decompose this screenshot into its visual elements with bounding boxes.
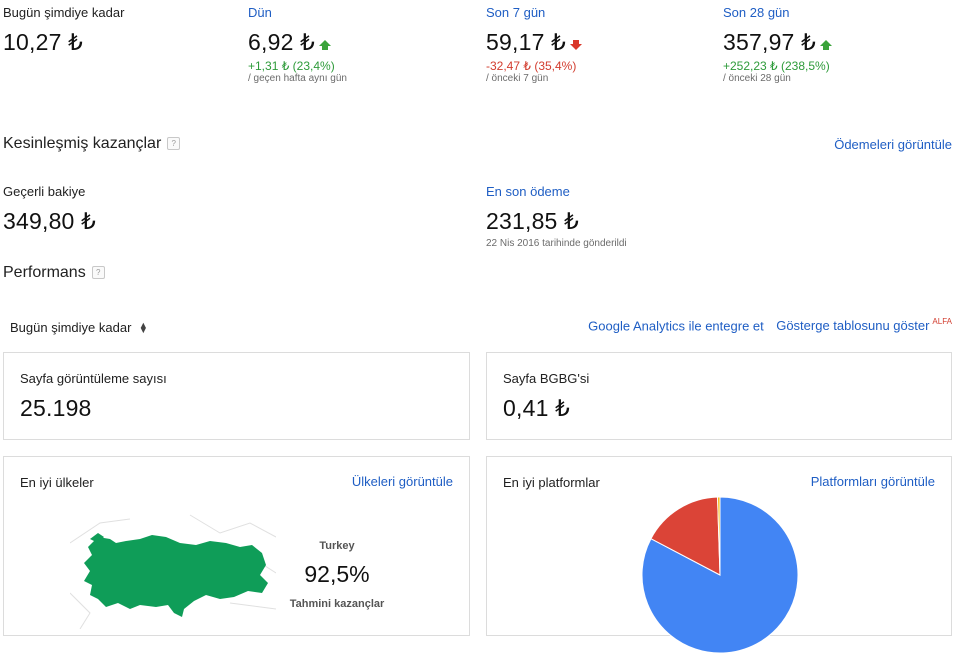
section-title: Performans xyxy=(3,264,86,281)
metric-card-rpm: Sayfa BGBG'si 0,41 ₺ xyxy=(486,352,952,440)
last-payment-value: 231,85 ₺ xyxy=(486,208,579,234)
summary-label-link[interactable]: Son 7 gün xyxy=(486,5,582,20)
country-name: Turkey xyxy=(319,540,355,552)
card-title: En iyi ülkeler xyxy=(20,475,94,490)
last-payment-link[interactable]: En son ödeme xyxy=(486,184,627,199)
last-payment: En son ödeme 231,85 ₺ 22 Nis 2016 tarihi… xyxy=(486,184,627,249)
balance-value: 349,80 ₺ xyxy=(3,208,96,234)
analytics-link[interactable]: Google Analytics ile entegre et xyxy=(588,318,764,333)
summary-value: 6,92 ₺ xyxy=(248,29,315,55)
summary-value: 357,97 ₺ xyxy=(723,29,816,55)
trend-down-icon xyxy=(569,40,582,50)
metric-card-pageviews: Sayfa görüntüleme sayısı 25.198 xyxy=(3,352,470,440)
last-payment-note: 22 Nis 2016 tarihinde gönderildi xyxy=(486,238,627,249)
range-select[interactable]: Bugün şimdiye kadar ▲ ▼ xyxy=(10,319,148,337)
view-payments-link[interactable]: Ödemeleri görüntüle xyxy=(834,137,952,152)
turkey-map[interactable] xyxy=(70,513,276,629)
summary-today: Bugün şimdiye kadar 10,27 ₺ xyxy=(3,5,124,56)
summary-label-link[interactable]: Dün xyxy=(248,5,347,20)
summary-label-link[interactable]: Son 28 gün xyxy=(723,5,832,20)
view-countries-link[interactable]: Ülkeleri görüntüle xyxy=(352,474,453,489)
alfa-badge: ALFA xyxy=(932,317,952,326)
dashboard-link[interactable]: Gösterge tablosunu göster xyxy=(776,318,929,333)
balance-label: Geçerli bakiye xyxy=(3,184,86,199)
summary-compare: / geçen hafta aynı gün xyxy=(248,73,347,84)
summary-last28: Son 28 gün 357,97 ₺ +252,23 ₺ (238,5%) /… xyxy=(723,5,832,84)
help-icon[interactable]: ? xyxy=(91,266,105,280)
metric-value: 0,41 ₺ xyxy=(503,395,570,421)
summary-compare: / önceki 7 gün xyxy=(486,73,549,84)
summary-last7: Son 7 gün 59,17 ₺ -32,47 ₺ (35,4%) / önc… xyxy=(486,5,582,84)
performance-header: Performans? xyxy=(3,264,105,282)
summary-label: Bugün şimdiye kadar xyxy=(3,5,125,20)
help-icon[interactable]: ? xyxy=(167,137,181,151)
summary-change: +1,31 ₺ (23,4%) xyxy=(248,59,335,73)
card-title: En iyi platformlar xyxy=(503,475,600,490)
sort-arrows-icon: ▲ ▼ xyxy=(138,319,148,335)
metric-label: Sayfa BGBG'si xyxy=(503,371,590,386)
platforms-pie-chart[interactable] xyxy=(640,495,800,655)
trend-up-icon xyxy=(819,40,832,50)
summary-compare: / önceki 28 gün xyxy=(723,73,791,84)
range-select-label: Bugün şimdiye kadar xyxy=(10,320,132,335)
top-countries-card: En iyi ülkeler Ülkeleri görüntüle Turkey… xyxy=(3,456,470,636)
summary-value: 10,27 ₺ xyxy=(3,29,83,55)
country-caption: Tahmini kazançlar xyxy=(289,598,385,610)
section-title: Kesinleşmiş kazançlar xyxy=(3,135,162,152)
country-percent: 92,5% xyxy=(304,561,370,587)
summary-value: 59,17 ₺ xyxy=(486,29,566,55)
current-balance: Geçerli bakiye 349,80 ₺ xyxy=(3,184,96,235)
summary-yesterday: Dün 6,92 ₺ +1,31 ₺ (23,4%) / geçen hafta… xyxy=(248,5,347,84)
top-platforms-card: En iyi platformlar Platformları görüntül… xyxy=(486,456,952,654)
summary-change: -32,47 ₺ (35,4%) xyxy=(486,59,577,73)
summary-change: +252,23 ₺ (238,5%) xyxy=(723,59,830,73)
trend-up-icon xyxy=(319,40,331,50)
performance-links: Google Analytics ile entegre et Gösterge… xyxy=(588,317,952,335)
metric-label: Sayfa görüntüleme sayısı xyxy=(20,371,167,386)
metric-value: 25.198 xyxy=(20,395,92,421)
view-platforms-link[interactable]: Platformları görüntüle xyxy=(811,474,935,489)
finalized-header: Kesinleşmiş kazançlar? xyxy=(3,135,181,153)
